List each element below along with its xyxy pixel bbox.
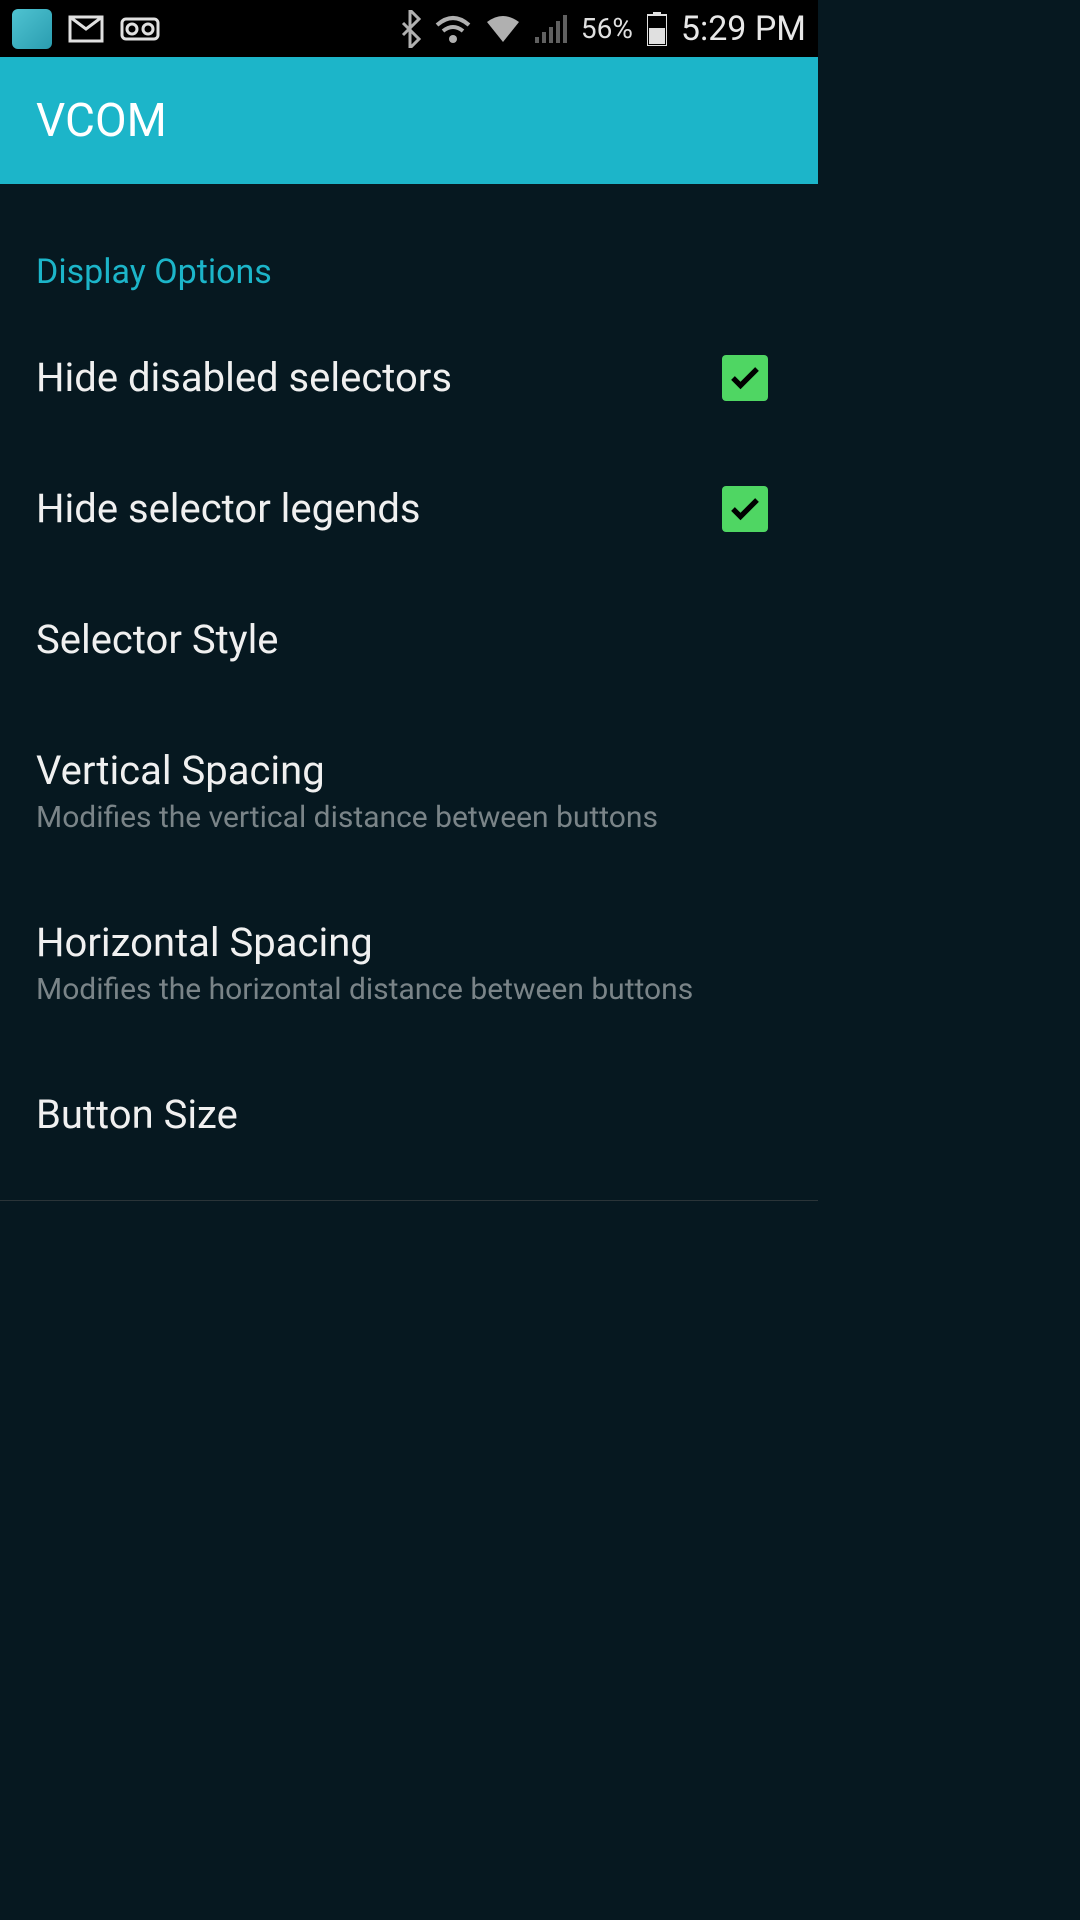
check-icon [727,360,763,396]
app-bar: VCOM [0,57,818,184]
setting-title: Button Size [36,1091,782,1138]
status-bar: 56% 5:29 PM [0,0,818,57]
check-icon [727,491,763,527]
status-left [12,9,160,49]
section-header: Display Options [0,184,818,312]
setting-subtitle: Modifies the horizontal distance between… [36,972,782,1007]
setting-horizontal-spacing[interactable]: Horizontal Spacing Modifies the horizont… [0,877,818,1049]
setting-title: Vertical Spacing [36,747,782,794]
setting-hide-disabled-selectors[interactable]: Hide disabled selectors [0,312,818,443]
battery-percent: 56% [581,12,633,45]
setting-vertical-spacing[interactable]: Vertical Spacing Modifies the vertical d… [0,705,818,877]
battery-icon [647,12,667,46]
setting-button-size[interactable]: Button Size [0,1049,818,1180]
setting-title: Horizontal Spacing [36,919,782,966]
setting-title: Hide disabled selectors [36,354,722,401]
wifi-icon [485,14,521,44]
checkbox-hide-disabled-selectors[interactable] [722,355,768,401]
content: Display Options Hide disabled selectors … [0,184,818,1201]
status-time: 5:29 PM [681,9,806,49]
setting-hide-selector-legends[interactable]: Hide selector legends [0,443,818,574]
checkbox-hide-selector-legends[interactable] [722,486,768,532]
setting-title: Selector Style [36,616,782,663]
app-title: VCOM [36,94,167,148]
voicemail-icon [120,17,160,41]
setting-subtitle: Modifies the vertical distance between b… [36,800,782,835]
wifi-sync-icon [435,13,471,45]
mail-icon [68,15,104,43]
bluetooth-icon [399,10,421,48]
status-right: 56% 5:29 PM [399,9,806,49]
divider [0,1200,818,1201]
setting-title: Hide selector legends [36,485,722,532]
signal-icon [535,15,567,43]
setting-selector-style[interactable]: Selector Style [0,574,818,705]
app-icon [12,9,52,49]
